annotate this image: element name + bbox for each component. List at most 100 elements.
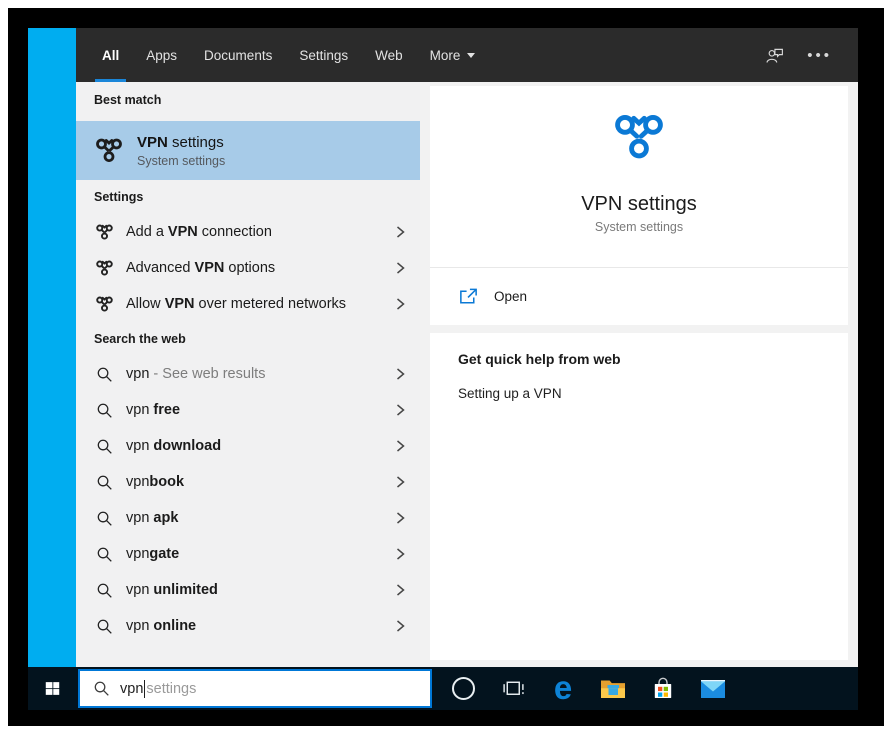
best-match-result[interactable]: VPN settingsSystem settings — [76, 121, 420, 180]
result-row[interactable]: vpn apk — [76, 500, 420, 536]
result-row[interactable]: Add a VPN connection — [76, 214, 420, 250]
chevron-right-icon — [394, 437, 406, 455]
vpn-icon — [92, 134, 126, 168]
result-row[interactable]: Advanced VPN options — [76, 250, 420, 286]
result-row[interactable]: Allow VPN over metered networks — [76, 286, 420, 322]
preview-title: VPN settings — [430, 192, 848, 216]
open-label: Open — [494, 289, 527, 304]
caret-down-icon — [467, 53, 475, 58]
chevron-right-icon — [394, 545, 406, 563]
file-explorer-icon[interactable] — [588, 667, 638, 710]
search-icon — [94, 472, 114, 492]
chevron-right-icon — [394, 509, 406, 527]
result-label: Add a VPN connection — [126, 224, 272, 240]
screen-frame: All Apps Documents Settings Web More ••• Best… — [8, 8, 884, 726]
result-text-part: Add a — [126, 224, 168, 240]
search-icon — [94, 400, 114, 420]
chevron-right-icon — [394, 401, 406, 419]
result-text-part: VPN — [137, 134, 168, 151]
result-row[interactable]: vpn - See web results — [76, 356, 420, 392]
search-icon — [94, 508, 114, 528]
result-label: vpn - See web results — [126, 366, 265, 382]
result-text-part: download — [153, 438, 221, 454]
result-text-part: free — [153, 402, 180, 418]
vpn-icon — [94, 222, 114, 242]
tab-web[interactable]: Web — [375, 28, 403, 82]
chevron-right-icon — [394, 365, 406, 383]
result-label: vpngate — [126, 546, 179, 562]
tab-documents[interactable]: Documents — [204, 28, 272, 82]
tab-more[interactable]: More — [430, 28, 476, 82]
preview-card: VPN settings System settings Open — [430, 86, 848, 325]
open-action[interactable]: Open — [430, 267, 848, 325]
store-icon[interactable] — [638, 667, 688, 710]
result-text-part: vpn — [126, 618, 153, 634]
section-title-best-match: Best match — [76, 82, 420, 121]
chevron-right-icon — [394, 617, 406, 635]
result-label: Allow VPN over metered networks — [126, 296, 346, 312]
help-card: Get quick help from web Setting up a VPN — [430, 333, 848, 660]
search-icon — [94, 436, 114, 456]
vpn-icon — [94, 294, 114, 314]
result-label: Advanced VPN options — [126, 260, 275, 276]
result-text-part: - See web results — [149, 366, 265, 382]
ellipsis-icon[interactable]: ••• — [807, 48, 832, 63]
result-label: vpn apk — [126, 510, 178, 526]
result-text-part: VPN — [165, 296, 195, 312]
search-icon — [94, 364, 114, 384]
result-label: vpnbook — [126, 474, 184, 490]
result-text-part: vpn — [126, 438, 153, 454]
result-text-part: VPN — [168, 224, 198, 240]
desktop-background-stripe — [28, 28, 76, 667]
task-view-icon[interactable] — [488, 667, 538, 710]
search-icon — [94, 616, 114, 636]
result-label: vpn unlimited — [126, 582, 218, 598]
result-text-part: vpn — [126, 474, 149, 490]
result-text-part: over metered networks — [195, 296, 347, 312]
results-panel: Best match VPN settingsSystem settings Se… — [76, 82, 420, 667]
header-tabs: All Apps Documents Settings Web More — [102, 28, 475, 82]
help-link[interactable]: Setting up a VPN — [458, 386, 820, 401]
taskbar: vpn settings e — [28, 667, 858, 710]
chevron-right-icon — [394, 473, 406, 491]
tab-settings[interactable]: Settings — [299, 28, 348, 82]
result-row[interactable]: vpn unlimited — [76, 572, 420, 608]
result-row[interactable]: vpn download — [76, 428, 420, 464]
result-text-part: vpn — [126, 402, 153, 418]
result-label: vpn download — [126, 438, 221, 454]
best-match-text: VPN settingsSystem settings — [137, 134, 225, 168]
result-text-part: book — [149, 474, 184, 490]
search-input-text: vpn settings — [120, 680, 196, 698]
feedback-icon[interactable] — [764, 45, 785, 66]
result-row[interactable]: vpn online — [76, 608, 420, 644]
result-text-part: online — [153, 618, 196, 634]
text-cursor — [144, 680, 145, 698]
search-icon — [94, 544, 114, 564]
result-text-part: options — [224, 260, 275, 276]
section-title-search-web: Search the web — [76, 322, 420, 356]
result-row[interactable]: vpnbook — [76, 464, 420, 500]
result-text-part: vpn — [126, 546, 149, 562]
header-actions: ••• — [764, 45, 858, 66]
windows-start-icon[interactable] — [28, 667, 76, 710]
result-row[interactable]: vpn free — [76, 392, 420, 428]
result-row[interactable]: vpngate — [76, 536, 420, 572]
mail-icon[interactable] — [688, 667, 738, 710]
result-text-part: Allow — [126, 296, 165, 312]
vpn-icon — [94, 258, 114, 278]
result-text-part: vpn — [126, 582, 153, 598]
search-icon — [92, 680, 110, 698]
tab-all[interactable]: All — [102, 28, 119, 82]
open-external-icon — [458, 286, 479, 307]
edge-icon[interactable]: e — [538, 667, 588, 710]
result-text-part: settings — [168, 134, 224, 151]
chevron-right-icon — [394, 223, 406, 241]
taskbar-search-input[interactable]: vpn settings — [78, 669, 432, 708]
search-typed-text: vpn — [120, 681, 143, 697]
tab-apps[interactable]: Apps — [146, 28, 177, 82]
cortana-icon[interactable] — [438, 667, 488, 710]
search-suggestion-text: settings — [146, 681, 196, 697]
preview-subtitle: System settings — [430, 220, 848, 234]
result-text-part: gate — [149, 546, 179, 562]
result-text-part: unlimited — [153, 582, 217, 598]
